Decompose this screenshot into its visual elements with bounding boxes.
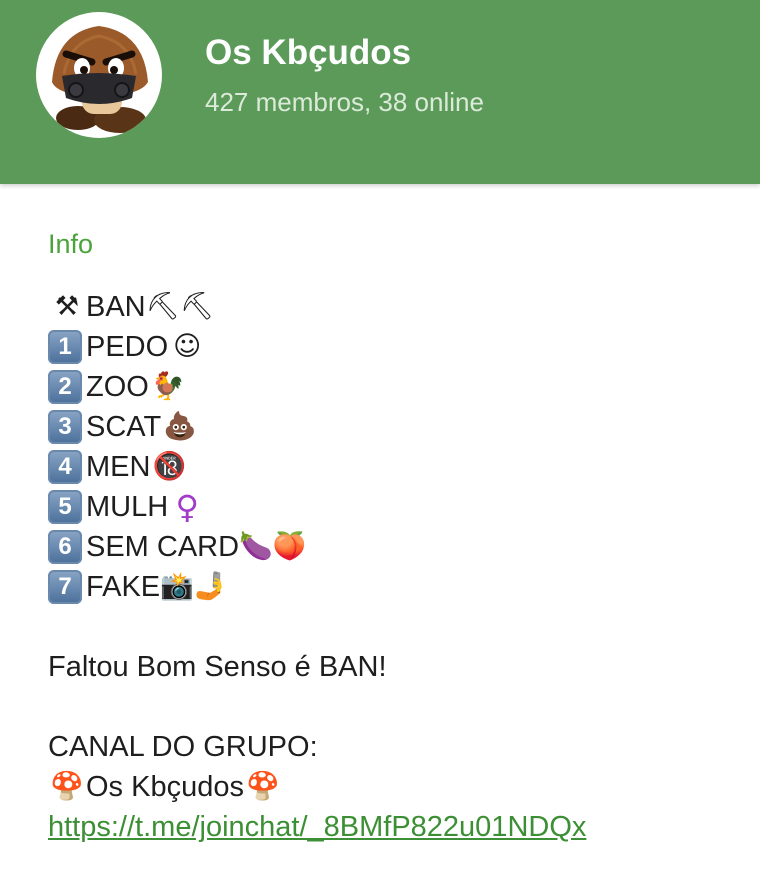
goomba-mascot-icon [52,26,148,133]
group-description: ⚒ BAN ⛏⛏ 1 PEDO ☺ 2 ZOO 🐓 3 SCAT 💩 4 MEN… [48,287,748,847]
keycap-number-icon: 7 [48,570,82,604]
rule-item: 3 SCAT 💩 [48,407,748,447]
chat-header: Os Kbçudos 427 membros, 38 online [0,0,760,184]
camera-flash-selfie-icon: 📸🤳 [160,571,228,602]
rule-item: 1 PEDO ☺ [48,327,748,367]
chicken-icon: 🐓 [151,371,185,402]
rule-text: FAKE [86,571,161,603]
rule-item: 5 MULH ♀ [48,487,748,527]
channel-name: 🍄 Os Kbçudos 🍄 [48,767,748,807]
group-avatar[interactable] [36,12,162,138]
keycap-number-icon: 4 [48,450,82,484]
rule-text: SCAT [86,411,162,443]
mushroom-icon: 🍄 [50,771,84,802]
rule-text: MEN [86,451,151,483]
rule-item: 7 FAKE 📸🤳 [48,567,748,607]
keycap-number-icon: 6 [48,530,82,564]
channel-name-text: Os Kbçudos [86,771,244,803]
channel-invite-link[interactable]: https://t.me/joinchat/_8BMfP822u01NDQx [48,807,586,847]
rule-text: ZOO [86,371,149,403]
mushroom-icon: 🍄 [246,771,280,802]
member-count: 427 membros, 38 online [205,87,484,117]
female-sign-icon: ♀ [175,488,199,526]
hammer-pick-icon: ⚒ [54,291,80,322]
keycap-number-icon: 2 [48,370,82,404]
rule-text: MULH [86,491,169,523]
rule-item: 4 MEN 🔞 [48,447,748,487]
keycap-number-icon: 5 [48,490,82,524]
warning-text: Faltou Bom Senso é BAN! [48,651,387,683]
poop-icon: 💩 [163,411,198,442]
no-under-18-icon: 🔞 [152,451,187,482]
rule-text: PEDO [86,331,169,363]
keycap-number-icon: 3 [48,410,82,444]
info-label: Info [48,229,94,259]
rules-heading-text: BAN [86,291,146,323]
keycap-number-icon: 1 [48,330,82,364]
channel-heading: CANAL DO GRUPO: [48,731,318,763]
rule-item: 2 ZOO 🐓 [48,367,748,407]
baby-face-icon: ☺ [173,331,202,362]
rule-text: SEM CARD [86,531,240,563]
info-section: Info ⚒ BAN ⛏⛏ 1 PEDO ☺ 2 ZOO 🐓 3 SCAT 💩 … [48,224,748,847]
eggplant-peach-icon: 🍆🍑 [239,531,307,562]
rule-item: 6 SEM CARD 🍆🍑 [48,527,748,567]
rules-heading: ⚒ BAN ⛏⛏ [48,287,748,327]
group-title: Os Kbçudos [205,33,412,72]
pick-hammer-icon: ⛏⛏ [145,291,215,322]
channel-link-row: https://t.me/joinchat/_8BMfP822u01NDQx [48,807,748,847]
